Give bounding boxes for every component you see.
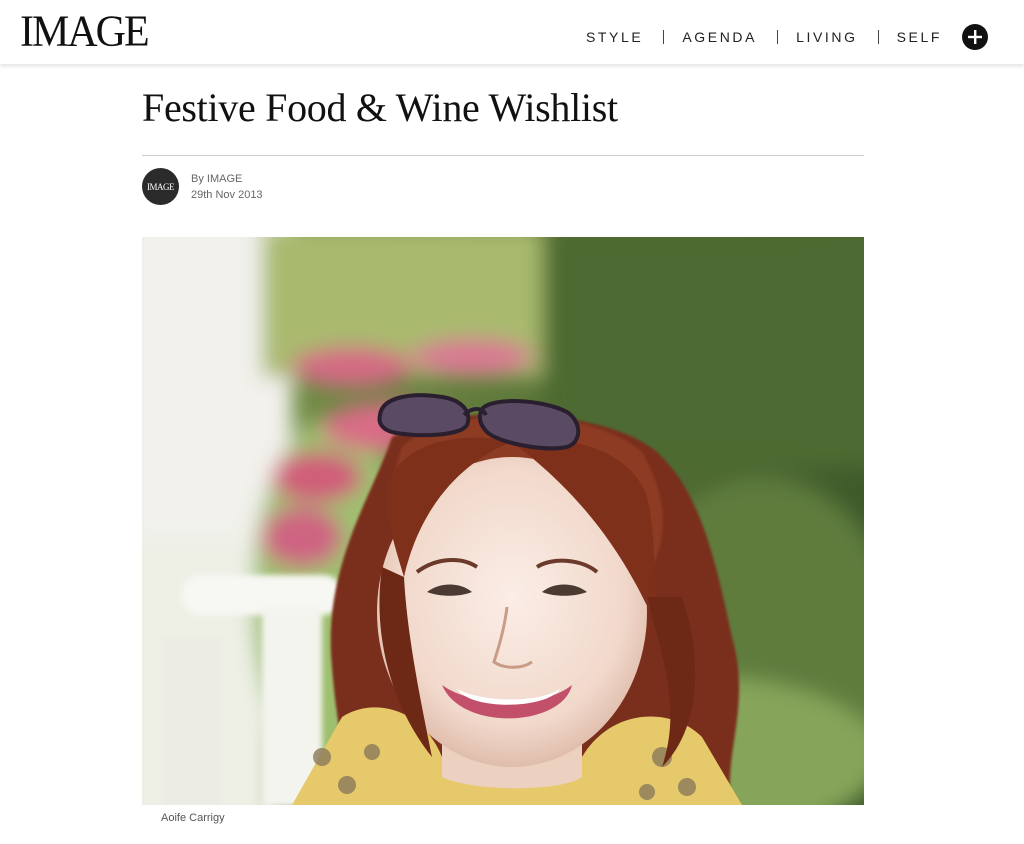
nav-living[interactable]: LIVING: [796, 29, 858, 45]
portrait-photo: [142, 237, 864, 805]
plus-circle-icon[interactable]: [962, 24, 988, 50]
nav-agenda[interactable]: AGENDA: [682, 29, 757, 45]
author-avatar[interactable]: IMAGE: [142, 168, 179, 205]
site-logo[interactable]: IMAGE: [20, 7, 150, 57]
publish-date: 29th Nov 2013: [191, 188, 263, 201]
nav-divider: [877, 30, 879, 44]
image-caption: Aoife Carrigy: [161, 812, 225, 824]
main-nav: STYLE AGENDA LIVING SELF: [586, 21, 988, 53]
article-title: Festive Food & Wine Wishlist: [142, 85, 618, 130]
author-name[interactable]: By IMAGE: [191, 171, 263, 187]
byline: IMAGE By IMAGE 29th Nov 2013: [142, 168, 263, 205]
nav-style[interactable]: STYLE: [586, 29, 643, 45]
title-divider: [142, 155, 864, 156]
byline-text: By IMAGE 29th Nov 2013: [191, 171, 263, 203]
site-header: IMAGE STYLE AGENDA LIVING SELF: [0, 0, 1024, 64]
nav-divider: [663, 30, 665, 44]
nav-self[interactable]: SELF: [897, 29, 942, 45]
hero-image: [142, 237, 864, 805]
nav-divider: [777, 30, 779, 44]
